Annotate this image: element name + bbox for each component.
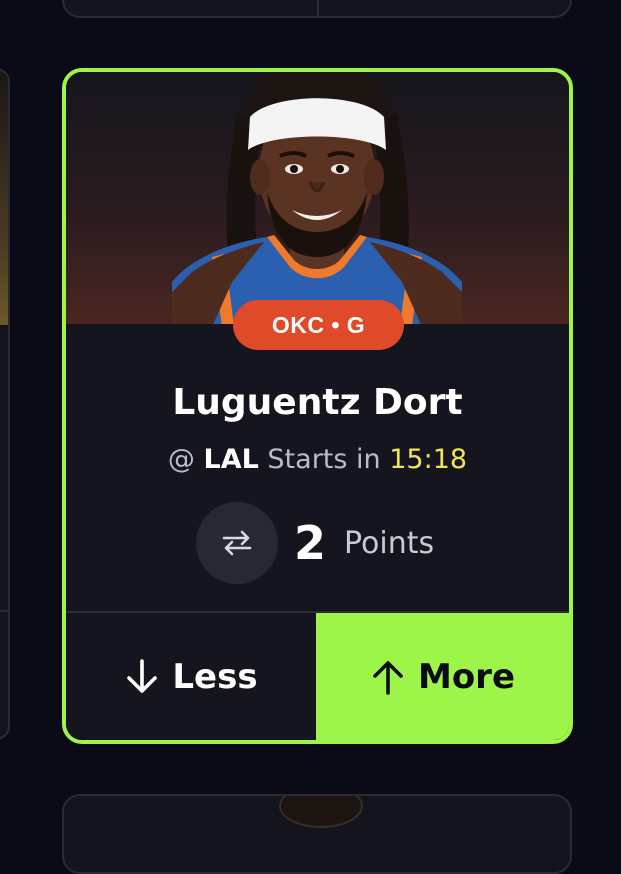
- swap-button[interactable]: [196, 502, 278, 584]
- previous-card-edge[interactable]: [62, 0, 572, 18]
- arrow-down-icon: [127, 658, 158, 693]
- projection-value: 2: [294, 516, 327, 570]
- left-card-divider: [0, 610, 8, 612]
- arrow-up-icon: [373, 660, 403, 695]
- team-position-badge: OKC • G: [233, 300, 404, 350]
- projection-row: 2 Points: [196, 502, 434, 584]
- previous-card-divider: [317, 0, 319, 16]
- player-projection-card[interactable]: OKC • G Luguentz Dort @ LAL Starts in 15…: [62, 68, 573, 744]
- more-label: More: [417, 656, 516, 697]
- matchup-info: @ LAL Starts in 15:18: [66, 444, 569, 475]
- next-card-edge[interactable]: [62, 794, 572, 874]
- less-button[interactable]: Less: [66, 613, 316, 740]
- pick-actions: Less More: [66, 611, 569, 740]
- left-card-edge[interactable]: [0, 68, 10, 740]
- player-name: Luguentz Dort: [172, 382, 463, 423]
- projection-stat: Points: [344, 525, 435, 561]
- less-label: Less: [172, 656, 258, 697]
- opponent-team: LAL: [203, 444, 259, 475]
- matchup-prefix: @: [167, 444, 195, 475]
- left-card-image: [0, 70, 8, 325]
- more-button[interactable]: More: [316, 613, 569, 740]
- next-player-photo: [279, 796, 363, 828]
- player-headshot: [172, 72, 462, 324]
- player-photo-area: [66, 72, 569, 324]
- swap-arrows-icon: [222, 530, 252, 556]
- game-status: Starts in: [267, 444, 381, 475]
- countdown-timer: 15:18: [389, 444, 468, 475]
